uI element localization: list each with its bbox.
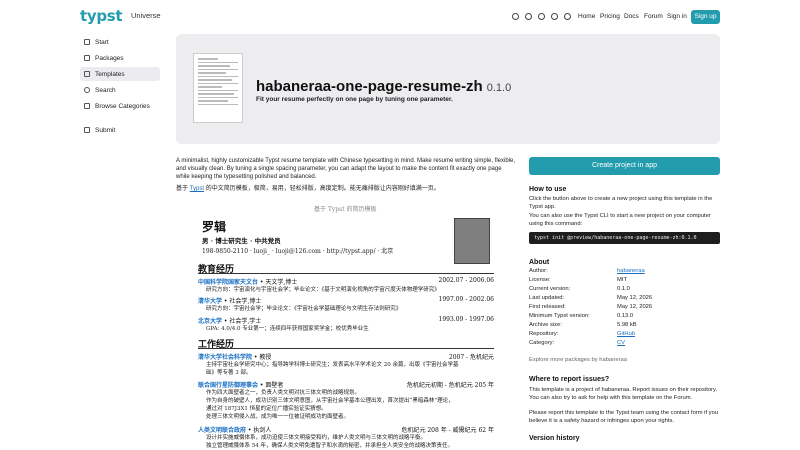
divider: [198, 273, 494, 274]
nav-forum[interactable]: Forum: [644, 13, 663, 20]
work-bullet: 作为自身的破壁人，成功识别三体文明意图，从宇宙社会学基本公理出发，首次提出“黑暗…: [206, 398, 454, 404]
template-description: A minimalist, highly customizable Typst …: [176, 158, 516, 180]
about-key: Current version:: [529, 286, 571, 292]
theme-icon[interactable]: [564, 13, 571, 20]
resume-role: 男 · 博士研究生 · 中共党员: [202, 237, 281, 245]
work-bullet: 主持宇宙社会学研究中心；指导跨学科博士研究生；发表高水平学术论文 20 余篇，出…: [206, 362, 459, 368]
typst-logo[interactable]: typst: [80, 7, 123, 25]
sidebar-item-search[interactable]: Search: [80, 83, 160, 97]
resume-preview: 基于 Typst 的简历模板 罗辑 男 · 博士研究生 · 中共党员 198-9…: [196, 200, 496, 450]
heart-icon[interactable]: [551, 13, 558, 20]
about-key: Archive size:: [529, 322, 562, 328]
about-value: May 12, 2026: [617, 304, 653, 310]
work-bullet: 作为四大面壁者之一，负责人类文明对抗三体文明的战略规划。: [206, 390, 361, 396]
typst-link[interactable]: Typst: [190, 186, 204, 192]
sidebar-item-submit[interactable]: Submit: [80, 123, 160, 137]
about-key: First released:: [529, 304, 566, 310]
report-form-text: Please report this template to the Typst…: [529, 410, 719, 424]
top-icons: [512, 13, 571, 20]
about-key: Minimum Typst version:: [529, 313, 590, 319]
version-history-heading: Version history: [529, 435, 580, 442]
sign-up-button[interactable]: Sign up: [691, 10, 720, 24]
template-thumbnail: [193, 53, 243, 123]
nav-sign-in[interactable]: Sign in: [667, 13, 687, 20]
sidebar-item-label: Search: [95, 86, 116, 94]
how-to-use-text: Click the button above to create a new p…: [529, 196, 713, 210]
about-key: Author:: [529, 268, 548, 274]
right-column: Create project in app: [529, 157, 720, 175]
sidebar-item-label: Packages: [95, 54, 124, 62]
package-icon: [84, 55, 90, 61]
work-bullet: 设计并实施威慑体系，成功迫使三体文明接受和约，维护人类文明与三体文明的战略平衡。: [206, 435, 427, 441]
template-subtitle: Fit your resume perfectly on one page by…: [256, 96, 453, 103]
work-bullet: 处理三体文明侵入战，成为唯一一位被证明成功的面壁者。: [206, 414, 350, 420]
mastodon-icon[interactable]: [538, 13, 545, 20]
about-key: Last updated:: [529, 295, 565, 301]
edu-bullet: GPA: 4.0/4.0 专业第一；连续四年获得国家奖学金；校优秀毕业生: [206, 326, 369, 332]
about-value: May 12, 2026: [617, 295, 653, 301]
edu-bullet: 研究方向：宇宙演化与宇宙社会学；毕业论文：《基于文明演化视角的宇宙尺度天体物理学…: [206, 287, 440, 293]
about-value: 0.13.0: [617, 313, 634, 319]
create-project-button[interactable]: Create project in app: [529, 157, 720, 175]
resume-contact: 198-9850-2110 · luoji_ · luoji@126.com ·…: [202, 248, 394, 255]
work-bullet: 础》等专著 3 部。: [206, 370, 252, 376]
sidebar: Start Packages Templates Search Browse C…: [80, 35, 160, 139]
search-icon: [84, 87, 90, 93]
work-bullet: 通过对 187J3X1 恒星的定位广播实验证实猜想。: [206, 406, 327, 412]
about-value: MIT: [617, 277, 627, 283]
sidebar-item-label: Templates: [95, 70, 125, 78]
report-heading: Where to report issues?: [529, 376, 610, 383]
submit-icon: [84, 127, 90, 133]
sidebar-item-label: Start: [95, 38, 109, 46]
top-bar: typst Universe Home Pricing Docs Forum S…: [0, 0, 800, 34]
about-value[interactable]: GitHub: [617, 331, 635, 337]
sidebar-item-start[interactable]: Start: [80, 35, 160, 49]
cli-text: You can also use the Typst CLI to start …: [529, 213, 711, 227]
nav-docs[interactable]: Docs: [624, 13, 639, 20]
resume-name: 罗辑: [202, 220, 227, 234]
template-title: habaneraa-one-page-resume-zh 0.1.0: [256, 78, 512, 95]
universe-label[interactable]: Universe: [131, 11, 161, 20]
nav-pricing[interactable]: Pricing: [600, 13, 620, 20]
about-value: 0.1.0: [617, 286, 630, 292]
sidebar-item-label: Submit: [95, 126, 116, 134]
github-icon[interactable]: [512, 13, 519, 20]
divider: [198, 348, 494, 349]
edu-bullet: 研究方向：宇宙社会学；毕业论文：《宇宙社会学基础理论与文明生存法则研究》: [206, 306, 402, 312]
sidebar-item-packages[interactable]: Packages: [80, 51, 160, 65]
work-bullet: 独立管理威慑体系 54 年，确保人类文明免遭智子和水滴的秘密，并承担全人类安全的…: [206, 443, 453, 449]
how-to-use-heading: How to use: [529, 186, 567, 193]
nav-home[interactable]: Home: [578, 13, 595, 20]
sidebar-item-label: Browse Categories: [95, 102, 150, 110]
about-key: License:: [529, 277, 551, 283]
template-icon: [84, 71, 90, 77]
template-version: 0.1.0: [486, 82, 512, 94]
about-key: Category:: [529, 340, 555, 346]
report-text: This template is a project of habaneraa.…: [529, 387, 718, 401]
categories-icon: [84, 103, 90, 109]
explore-link[interactable]: Explore more packages by habaneraa: [529, 357, 720, 365]
about-value[interactable]: habaneraa: [617, 268, 645, 274]
template-description-zh: 基于 Typst 的中文简历模板，极简，易用，轻松排版，高度定制。能无痛排版让内…: [176, 186, 440, 192]
template-hero: habaneraa-one-page-resume-zh 0.1.0 Fit yo…: [176, 34, 720, 144]
about-heading: About: [529, 259, 550, 266]
discord-icon[interactable]: [525, 13, 532, 20]
home-icon: [84, 39, 90, 45]
about-value[interactable]: CV: [617, 340, 625, 346]
sidebar-item-templates[interactable]: Templates: [80, 67, 160, 81]
sidebar-item-browse-categories[interactable]: Browse Categories: [80, 99, 160, 113]
resume-photo: [454, 218, 490, 264]
about-value: 5.98 kB: [617, 322, 637, 328]
preview-caption: 基于 Typst 的简历模板: [314, 206, 377, 213]
about-key: Repository:: [529, 331, 559, 337]
cli-command[interactable]: typst init @preview/habaneraa-one-page-r…: [529, 232, 720, 244]
